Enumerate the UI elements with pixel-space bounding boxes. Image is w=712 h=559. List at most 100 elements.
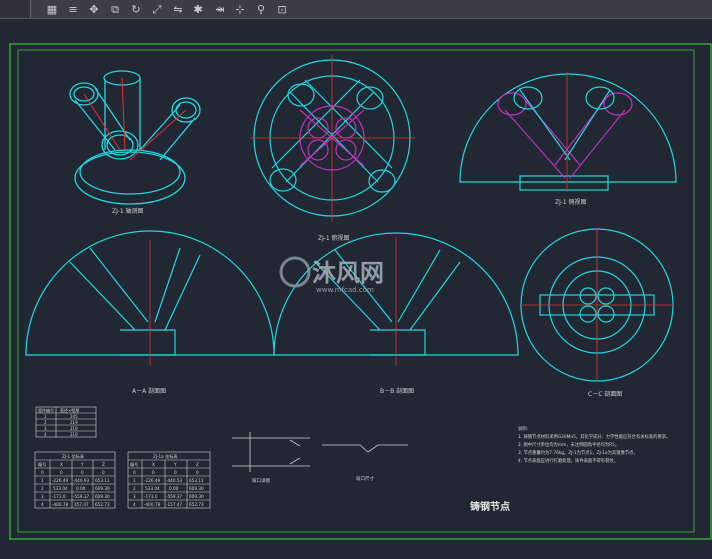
cad-drawing: ZJ-1 轴测图 ZJ-1 俯视图 ZJ-1 侧视图 A－A 剖面图 B－B 剖… — [9, 43, 712, 540]
table-right-header: Z — [196, 462, 199, 467]
table-right-cell: -173.0 — [144, 494, 158, 499]
snap-icon[interactable]: ⌖ — [211, 2, 227, 17]
detail-label-size: 坡口尺寸 — [356, 475, 374, 482]
pin-icon[interactable]: ⚲ — [253, 2, 269, 17]
table-left-header: Z — [102, 462, 105, 467]
toolbar-grip[interactable] — [0, 0, 31, 18]
table-right-title: ZJ-1a 坐标表 — [153, 453, 178, 460]
table-small-cell: 3 — [44, 426, 47, 431]
table-left-cell: 3 — [41, 494, 44, 499]
view-label-section-a: A－A 剖面图 — [132, 387, 166, 395]
table-right-cell: 653.11 — [189, 478, 204, 483]
table-left-cell: 533.04 — [53, 486, 68, 491]
note-line: 说明: — [518, 425, 528, 432]
table-left-title: ZJ-1 坐标表 — [62, 453, 85, 460]
table-right-cell: 1 — [133, 478, 136, 483]
table-small-cell: 219 — [70, 420, 78, 425]
table-small-cell: 219 — [70, 426, 78, 431]
table-small-cell: 245 — [70, 414, 78, 419]
grid-icon[interactable]: ⊹ — [232, 2, 248, 17]
watermark: 沐风网 www.mfcad.com — [279, 256, 384, 294]
table-left-cell: -559.37 — [73, 494, 89, 499]
table-left-header: X — [60, 462, 63, 467]
table-left-header: 编号 — [38, 461, 46, 468]
view-label-top: ZJ-1 俯视图 — [318, 234, 350, 242]
notes: 说明: 1. 铸钢节点材料采用G20Mn5，其化学成分、力学性能应符合有关标准的… — [518, 425, 670, 464]
table-right-cell: -157.47 — [166, 502, 182, 507]
table-left-cell: 653.11 — [95, 478, 110, 483]
view-top — [250, 55, 415, 222]
copy-icon[interactable]: ⧉ — [107, 2, 123, 17]
table-right-cell: 2 — [133, 486, 136, 491]
view-label-side: ZJ-1 侧视图 — [555, 198, 587, 206]
table-small-cell: 2 — [44, 420, 47, 425]
table-small-cell: 219 — [70, 432, 78, 437]
watermark-text: 沐风网 — [312, 259, 384, 287]
lock-icon[interactable]: ⊡ — [274, 2, 290, 17]
table-right-cell: 0 — [196, 470, 199, 475]
table-right-cell: 3 — [133, 494, 136, 499]
table-left-cell: 0 — [60, 470, 63, 475]
layer-icon[interactable]: ≡ — [65, 2, 81, 17]
view-side — [459, 72, 677, 192]
fillet-icon[interactable]: ✱ — [190, 2, 206, 17]
view-label-section-b: B－B 剖面图 — [380, 387, 414, 395]
table-left-cell: 1 — [41, 478, 44, 483]
table-left-cell: 609.30 — [95, 486, 110, 491]
watermark-url: www.mfcad.com — [316, 286, 374, 294]
table-right-cell: 0 — [152, 470, 155, 475]
drawing-title: 铸钢节点 — [470, 500, 510, 513]
table-left-cell: -400.78 — [52, 502, 68, 507]
table-right-cell: 0 — [174, 470, 177, 475]
table-left-cell: 0 — [41, 470, 44, 475]
view-section-b — [273, 232, 519, 365]
table-right-cell: 609.30 — [189, 494, 204, 499]
view-label-section-c: C－C 剖面图 — [588, 390, 622, 398]
table-left-cell: 0 — [81, 470, 84, 475]
note-line: 4. 节点表面应进行打磨处理，铸件表面不得有裂纹。 — [518, 457, 618, 464]
table-right-cell: 0 — [133, 470, 136, 475]
table-left-cell: 652.73 — [95, 502, 110, 507]
table-small-header-1: 直径×壁厚 — [60, 407, 79, 413]
table-left-cell: 609.30 — [95, 494, 110, 499]
detail-label-groove: 坡口详图 — [252, 477, 270, 484]
table-left-cell: -226.49 — [52, 478, 68, 483]
table-right-header: X — [152, 462, 155, 467]
note-line: 2. 图中尺寸单位均为mm，未注明圆角半径均为R5。 — [518, 441, 619, 448]
table-small-cell: 1 — [44, 414, 47, 419]
rotate-icon[interactable]: ↻ — [128, 2, 144, 17]
table-right-cell: 4 — [133, 502, 136, 507]
table-left-header: Y — [80, 462, 84, 467]
note-line: 3. 节点重量约为7.76kg。ZJ-1为节点1，ZJ-1a为其镜像节点。 — [518, 449, 638, 456]
view-section-a — [25, 230, 275, 365]
table-right-cell: 652.73 — [189, 502, 204, 507]
detail-groove — [232, 432, 408, 472]
toolbar: ▦ ≡ ✥ ⧉ ↻ ⤢ ⇋ ✂ ⇥ ✱ ⌖ ⊹ ⚲ ⊡ — [0, 0, 712, 19]
note-line: 1. 铸钢节点材料采用G20Mn5，其化学成分、力学性能应符合有关标准的要求。 — [518, 433, 670, 440]
table-right-cell: -559.37 — [166, 494, 182, 499]
toolbar-group-snap: ✱ ⌖ ⊹ ⚲ ⊡ — [190, 0, 295, 18]
table-left-cell: -173.0 — [52, 494, 66, 499]
table-left-cell: 0.00 — [76, 486, 86, 491]
table-left-cell: -440.93 — [73, 478, 89, 483]
drawing-canvas[interactable]: ZJ-1 轴测图 ZJ-1 俯视图 ZJ-1 侧视图 A－A 剖面图 B－B 剖… — [0, 19, 712, 555]
scale-icon[interactable]: ⤢ — [149, 2, 165, 17]
table-small-cell: 4 — [44, 432, 47, 437]
table-right-header: 编号 — [130, 461, 138, 468]
move-icon[interactable]: ✥ — [86, 2, 102, 17]
table-left-cell: 0 — [102, 470, 105, 475]
table-right-cell: 0.00 — [169, 486, 179, 491]
table-right-cell: -440.53 — [166, 478, 182, 483]
table-right-cell: -400.78 — [144, 502, 160, 507]
table-right-cell: -226.49 — [144, 478, 160, 483]
view-section-c — [520, 228, 674, 382]
mirror-icon[interactable]: ⇋ — [170, 2, 186, 17]
select-icon[interactable]: ▦ — [44, 2, 60, 17]
table-right-header: Y — [173, 462, 177, 467]
table-left-cell: 4 — [41, 502, 44, 507]
table-right-cell: 533.04 — [145, 486, 160, 491]
table-left-cell: 157.47 — [74, 502, 89, 507]
view-isometric — [69, 70, 201, 205]
table-left-cell: 2 — [41, 486, 44, 491]
table-right-cell: 609.30 — [189, 486, 204, 491]
